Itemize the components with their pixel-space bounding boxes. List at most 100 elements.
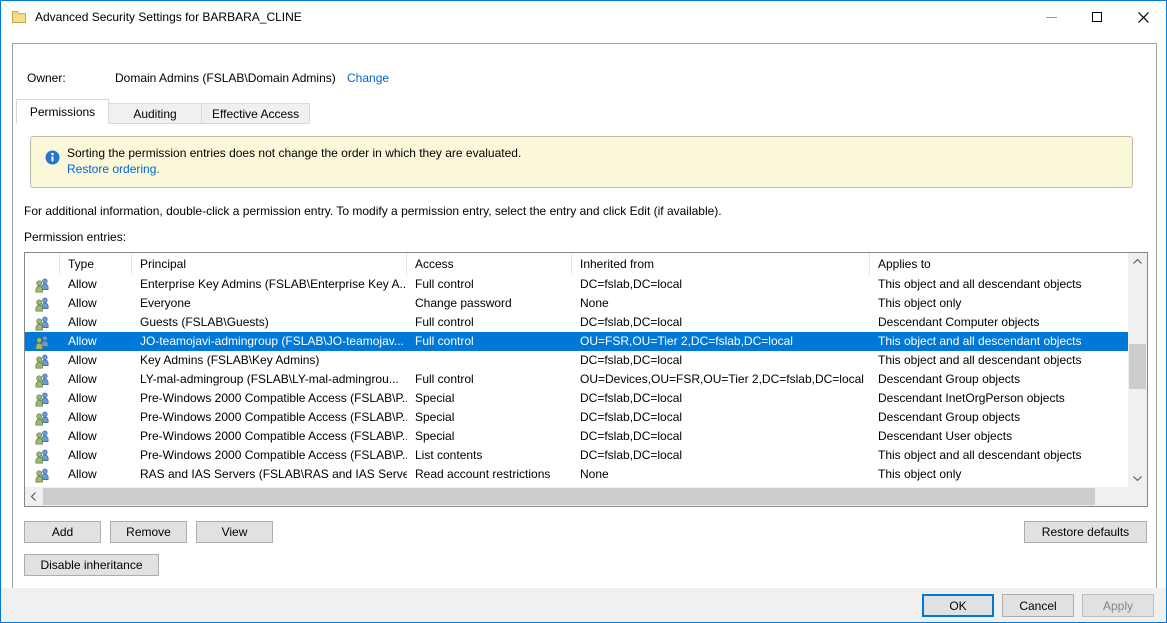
cell-access: Full control	[407, 313, 572, 332]
cell-inherited_from: DC=fslab,DC=local	[572, 446, 870, 465]
scroll-down-icon[interactable]	[1128, 470, 1147, 487]
column-header-type[interactable]: Type	[60, 253, 132, 275]
restore-ordering-link[interactable]: Restore ordering.	[67, 162, 160, 176]
table-row[interactable]: AllowPre-Windows 2000 Compatible Access …	[25, 389, 1128, 408]
cell-inherited_from: DC=fslab,DC=local	[572, 351, 870, 370]
cell-access: Full control	[407, 332, 572, 351]
cell-access: Special	[407, 389, 572, 408]
group-icon	[25, 332, 60, 351]
group-icon	[25, 275, 60, 294]
cell-type: Allow	[60, 351, 132, 370]
cell-access: Change password	[407, 294, 572, 313]
table-row[interactable]: AllowGuests (FSLAB\Guests)Full controlDC…	[25, 313, 1128, 332]
vertical-scroll-thumb[interactable]	[1129, 344, 1146, 389]
table-row[interactable]: AllowRAS and IAS Servers (FSLAB\RAS and …	[25, 465, 1128, 484]
view-button[interactable]: View	[196, 521, 273, 543]
group-icon	[25, 351, 60, 370]
title-bar: Advanced Security Settings for BARBARA_C…	[1, 1, 1166, 33]
cell-principal: RAS and IAS Servers (FSLAB\RAS and IAS S…	[132, 465, 407, 484]
cell-type: Allow	[60, 370, 132, 389]
table-row[interactable]: AllowEnterprise Key Admins (FSLAB\Enterp…	[25, 275, 1128, 294]
cell-type: Allow	[60, 389, 132, 408]
group-icon	[25, 465, 60, 484]
group-icon	[25, 370, 60, 389]
cell-principal: Pre-Windows 2000 Compatible Access (FSLA…	[132, 446, 407, 465]
window-title: Advanced Security Settings for BARBARA_C…	[35, 10, 302, 24]
cell-inherited_from: None	[572, 294, 870, 313]
table-row[interactable]: AllowPre-Windows 2000 Compatible Access …	[25, 408, 1128, 427]
cell-inherited_from: None	[572, 465, 870, 484]
cell-inherited_from: DC=fslab,DC=local	[572, 389, 870, 408]
cell-type: Allow	[60, 446, 132, 465]
owner-change-link[interactable]: Change	[347, 71, 389, 85]
column-header-principal[interactable]: Principal	[132, 253, 407, 275]
cell-inherited_from: OU=Devices,OU=FSR,OU=Tier 2,DC=fslab,DC=…	[572, 370, 870, 389]
cell-applies_to: This object only	[870, 294, 1128, 313]
table-row[interactable]: AllowPre-Windows 2000 Compatible Access …	[25, 427, 1128, 446]
tab-effective-access[interactable]: Effective Access	[202, 103, 310, 124]
cell-principal: Pre-Windows 2000 Compatible Access (FSLA…	[132, 427, 407, 446]
column-header-icon[interactable]	[25, 253, 60, 275]
cell-principal: Pre-Windows 2000 Compatible Access (FSLA…	[132, 389, 407, 408]
add-button[interactable]: Add	[24, 521, 101, 543]
group-icon	[25, 313, 60, 332]
cell-access: Full control	[407, 370, 572, 389]
group-icon	[25, 427, 60, 446]
group-icon	[25, 446, 60, 465]
minimize-icon	[1046, 17, 1057, 18]
maximize-button[interactable]	[1074, 1, 1120, 33]
restore-defaults-button[interactable]: Restore defaults	[1024, 521, 1147, 543]
main-panel: Owner: Domain Admins (FSLAB\Domain Admin…	[12, 43, 1157, 589]
cell-access	[407, 351, 572, 370]
tab-permissions[interactable]: Permissions	[16, 99, 109, 124]
cell-applies_to: Descendant Group objects	[870, 370, 1128, 389]
permission-entries-label: Permission entries:	[24, 230, 126, 244]
horizontal-scroll-thumb[interactable]	[43, 488, 1095, 505]
dialog-footer: OK Cancel Apply	[1, 588, 1166, 622]
folder-icon	[11, 9, 27, 25]
column-header-inherited-from[interactable]: Inherited from	[572, 253, 870, 275]
permission-rows: AllowEnterprise Key Admins (FSLAB\Enterp…	[25, 275, 1128, 487]
cell-inherited_from: DC=fslab,DC=local	[572, 313, 870, 332]
cell-inherited_from: DC=fslab,DC=local	[572, 408, 870, 427]
apply-button[interactable]: Apply	[1082, 594, 1154, 617]
remove-button[interactable]: Remove	[110, 521, 187, 543]
list-header: Type Principal Access Inherited from App…	[25, 253, 1128, 275]
cell-type: Allow	[60, 427, 132, 446]
cell-access: Special	[407, 427, 572, 446]
vertical-scrollbar[interactable]	[1128, 253, 1147, 487]
sorting-info-banner: Sorting the permission entries does not …	[30, 136, 1133, 188]
cell-inherited_from: OU=FSR,OU=Tier 2,DC=fslab,DC=local	[572, 332, 870, 351]
cell-principal: LY-mal-admingroup (FSLAB\LY-mal-admingro…	[132, 370, 407, 389]
minimize-button[interactable]	[1028, 1, 1074, 33]
disable-inheritance-button[interactable]: Disable inheritance	[24, 554, 159, 576]
group-icon	[25, 389, 60, 408]
table-row[interactable]: AllowLY-mal-admingroup (FSLAB\LY-mal-adm…	[25, 370, 1128, 389]
cell-applies_to: This object only	[870, 465, 1128, 484]
cell-type: Allow	[60, 294, 132, 313]
banner-message: Sorting the permission entries does not …	[67, 146, 521, 160]
cancel-button[interactable]: Cancel	[1002, 594, 1074, 617]
cell-principal: Enterprise Key Admins (FSLAB\Enterprise …	[132, 275, 407, 294]
table-row[interactable]: AllowJO-teamojavi-admingroup (FSLAB\JO-t…	[25, 332, 1128, 351]
table-row[interactable]: AllowEveryoneChange passwordNoneThis obj…	[25, 294, 1128, 313]
instruction-text: For additional information, double-click…	[24, 204, 1144, 218]
scroll-up-icon[interactable]	[1128, 253, 1147, 270]
ok-button[interactable]: OK	[922, 594, 994, 617]
tab-strip: Permissions Auditing Effective Access	[16, 99, 310, 124]
column-header-access[interactable]: Access	[407, 253, 572, 275]
close-button[interactable]	[1120, 1, 1166, 33]
cell-principal: JO-teamojavi-admingroup (FSLAB\JO-teamoj…	[132, 332, 407, 351]
column-header-applies-to[interactable]: Applies to	[870, 253, 1128, 275]
permission-entries-list: Type Principal Access Inherited from App…	[24, 252, 1148, 507]
advanced-security-settings-window: Advanced Security Settings for BARBARA_C…	[0, 0, 1167, 623]
cell-access: Full control	[407, 275, 572, 294]
table-row[interactable]: AllowKey Admins (FSLAB\Key Admins)DC=fsl…	[25, 351, 1128, 370]
tab-auditing[interactable]: Auditing	[109, 103, 202, 124]
cell-type: Allow	[60, 465, 132, 484]
scroll-left-icon[interactable]	[25, 487, 42, 506]
group-icon	[25, 294, 60, 313]
cell-inherited_from: DC=fslab,DC=local	[572, 427, 870, 446]
horizontal-scrollbar[interactable]	[25, 487, 1147, 506]
table-row[interactable]: AllowPre-Windows 2000 Compatible Access …	[25, 446, 1128, 465]
